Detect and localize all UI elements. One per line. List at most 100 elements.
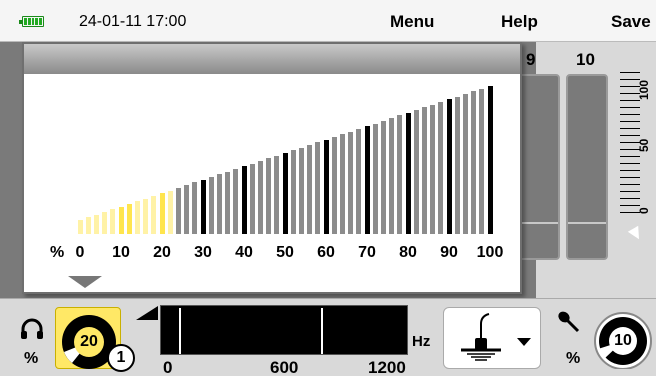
- microphone-stand-icon: [461, 313, 501, 361]
- left-percent-label: %: [24, 350, 39, 367]
- level-bar: [216, 174, 222, 234]
- axis-label: 90: [440, 244, 458, 261]
- level-bar: [233, 169, 239, 234]
- axis-label: 40: [235, 244, 253, 261]
- channel-9-label: 9: [526, 50, 536, 69]
- scale-tick: [620, 135, 640, 136]
- level-bars[interactable]: [24, 74, 520, 234]
- scale-tick: [620, 121, 640, 122]
- axis-label: 50: [276, 244, 294, 261]
- scale-label-0: 0: [637, 207, 651, 214]
- level-bar: [167, 190, 173, 234]
- level-bar: [471, 91, 477, 234]
- level-bar: [397, 115, 403, 234]
- frequency-label-600: 600: [270, 358, 299, 376]
- axis-label: 30: [194, 244, 212, 261]
- scale-tick: [620, 191, 640, 192]
- microphone-volume-control[interactable]: 10: [586, 307, 656, 369]
- scale-label-100: 100: [637, 79, 651, 100]
- chevron-down-icon[interactable]: [517, 338, 531, 346]
- level-bar: [389, 118, 395, 234]
- channel-9-column[interactable]: [518, 74, 560, 260]
- level-bar: [323, 139, 329, 234]
- level-bar: [380, 120, 386, 234]
- level-bar: [430, 104, 436, 234]
- frequency-label-0: 0: [163, 358, 173, 376]
- level-bar: [143, 198, 149, 234]
- level-bar: [364, 126, 370, 234]
- level-bar: [118, 206, 124, 234]
- level-bar: [225, 171, 231, 234]
- level-bar: [454, 96, 460, 234]
- level-bar: [151, 195, 157, 234]
- scale-tick: [620, 184, 640, 185]
- level-bar: [479, 88, 485, 234]
- level-bar: [192, 182, 198, 234]
- right-percent-label: %: [566, 350, 581, 367]
- scale-tick: [620, 198, 640, 199]
- level-bar: [356, 128, 362, 234]
- frequency-high-marker[interactable]: [321, 308, 323, 354]
- microphone-volume-value: 10: [614, 332, 632, 349]
- channel-10-label: 10: [576, 50, 595, 69]
- scale-tick: [620, 72, 640, 73]
- level-bar: [266, 158, 272, 234]
- microphone-icon: [558, 311, 580, 333]
- scale-label-50: 50: [637, 138, 651, 152]
- popup-header: [24, 44, 520, 74]
- step-marker: 1: [107, 344, 135, 372]
- level-bar: [257, 161, 263, 234]
- level-bar: [134, 201, 140, 234]
- scale-tick: [620, 205, 640, 206]
- level-bar: [241, 166, 247, 234]
- level-bar: [110, 209, 116, 234]
- level-bar: [208, 177, 214, 234]
- level-popup: % 0 10 20 30 40 50 60 70 80 90 100: [22, 42, 522, 294]
- level-bar: [331, 136, 337, 234]
- level-bar: [405, 112, 411, 234]
- level-bar: [290, 150, 296, 234]
- frequency-indicator-icon: [136, 306, 158, 320]
- level-bar: [446, 99, 452, 234]
- level-bar: [462, 94, 468, 234]
- popup-pointer-icon: [68, 276, 102, 288]
- level-bar: [93, 214, 99, 234]
- level-bar: [184, 185, 190, 234]
- level-bar: [249, 163, 255, 234]
- popup-axis: 0 10 20 30 40 50 60 70 80 90 100: [24, 244, 520, 266]
- help-button[interactable]: Help: [501, 12, 538, 32]
- frequency-range-panel[interactable]: [160, 305, 408, 355]
- level-bar: [175, 187, 181, 234]
- level-bar: [372, 123, 378, 234]
- axis-label: 0: [75, 244, 85, 261]
- level-bar: [315, 142, 321, 234]
- scale-tick: [620, 107, 640, 108]
- level-bar: [126, 203, 132, 234]
- scale-tick: [620, 163, 640, 164]
- axis-label: 70: [358, 244, 376, 261]
- level-bar: [348, 131, 354, 234]
- frequency-low-marker[interactable]: [179, 308, 181, 354]
- datetime-display: 24-01-11 17:00: [79, 13, 187, 30]
- level-bar: [487, 86, 493, 234]
- battery-icon: [19, 16, 44, 27]
- axis-label: 10: [112, 244, 130, 261]
- headphones-icon: [21, 318, 43, 339]
- level-bar: [102, 211, 108, 234]
- level-bar: [307, 144, 313, 234]
- level-bar: [421, 107, 427, 234]
- scale-tick: [620, 170, 640, 171]
- channel-10-column[interactable]: [566, 74, 608, 260]
- top-status-bar: 24-01-11 17:00 Menu Help Save: [0, 0, 656, 42]
- menu-button[interactable]: Menu: [390, 12, 434, 32]
- level-bar: [413, 110, 419, 234]
- axis-label: 20: [153, 244, 171, 261]
- scale-tick: [620, 114, 640, 115]
- axis-label: 80: [399, 244, 417, 261]
- level-bar: [200, 179, 206, 234]
- level-bar: [159, 193, 165, 234]
- level-bar: [282, 153, 288, 234]
- save-button[interactable]: Save: [611, 12, 651, 32]
- level-bar: [77, 220, 83, 234]
- axis-label: 100: [476, 244, 504, 261]
